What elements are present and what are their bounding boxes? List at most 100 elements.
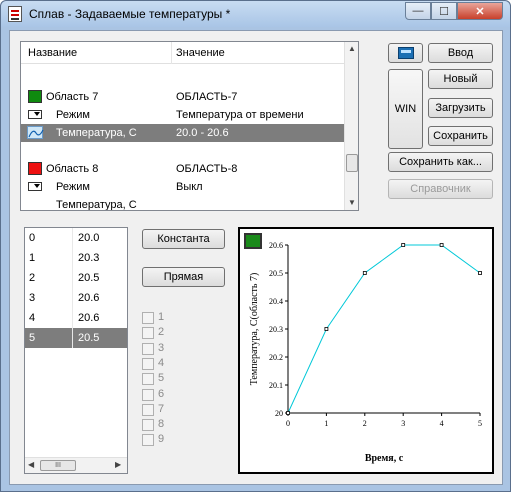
column-name-header[interactable]: Название <box>28 47 77 59</box>
property-name: Область 7 <box>46 91 99 103</box>
point-row[interactable]: 5 20.5 <box>25 328 127 348</box>
curve-editor-icon[interactable] <box>27 126 44 139</box>
checkbox-box[interactable] <box>142 403 154 416</box>
checkbox-box[interactable] <box>142 342 154 355</box>
point-value[interactable]: 20.0 <box>78 232 99 244</box>
property-name: Температура, С <box>56 127 137 139</box>
property-value[interactable]: ОБЛАСТЬ-7 <box>176 91 237 103</box>
column-value-header[interactable]: Значение <box>176 47 225 59</box>
y-tick-label: 20.6 <box>269 241 283 250</box>
scroll-right-arrow-icon[interactable]: ▶ <box>115 460 121 469</box>
column-divider <box>72 288 73 308</box>
calculator-button[interactable] <box>388 43 423 63</box>
area-color-swatch[interactable] <box>28 162 42 175</box>
point-index: 4 <box>29 312 36 324</box>
column-divider <box>72 228 73 248</box>
save-as-button[interactable]: Сохранить как... <box>388 152 493 172</box>
column-divider <box>72 248 73 268</box>
checkbox-label: 7 <box>158 402 165 415</box>
checkbox-label: 5 <box>158 372 165 385</box>
point-row[interactable]: 4 20.6 <box>25 308 127 328</box>
point-value[interactable]: 20.6 <box>78 292 99 304</box>
app-window: Сплав - Задаваемые температуры * — ☐ ✕ Н… <box>0 0 511 492</box>
y-tick-label: 20.3 <box>269 325 283 334</box>
enter-button[interactable]: Ввод <box>428 43 493 63</box>
data-point <box>478 271 482 275</box>
checkbox-label: 8 <box>158 418 165 431</box>
point-checkbox[interactable]: 2 <box>142 326 182 341</box>
data-point <box>362 271 367 275</box>
y-tick-label: 20.5 <box>269 269 283 278</box>
point-checkbox[interactable]: 8 <box>142 418 182 433</box>
point-value[interactable]: 20.5 <box>78 332 99 344</box>
constant-button[interactable]: Константа <box>142 229 225 249</box>
property-row-area[interactable]: Область 7 ОБЛАСТЬ-7 <box>21 88 352 106</box>
maximize-button[interactable]: ☐ <box>431 2 457 20</box>
load-button[interactable]: Загрузить <box>428 98 493 118</box>
property-list-scrollbar[interactable]: ▲ ▼ <box>344 42 358 210</box>
checkbox-label: 3 <box>158 341 165 354</box>
area-color-swatch[interactable] <box>28 90 42 103</box>
scroll-down-arrow-icon[interactable]: ▼ <box>347 198 357 207</box>
property-row-curve[interactable]: Температура, С 20.0 - 20.6 <box>21 124 352 142</box>
point-checkbox[interactable]: 9 <box>142 433 182 448</box>
point-checkbox[interactable]: 7 <box>142 403 182 418</box>
y-tick-label: 20 <box>275 409 283 418</box>
win-button[interactable]: WIN <box>388 69 423 149</box>
y-tick-label: 20.2 <box>269 353 283 362</box>
scroll-thumb-horizontal[interactable]: III <box>40 460 76 471</box>
reference-button[interactable]: Справочник <box>388 179 493 199</box>
point-checkbox[interactable]: 4 <box>142 357 182 372</box>
points-table[interactable]: 0 20.0 1 20.3 2 20.5 3 20.6 4 20.6 5 20.5 ◀ III ▶ <box>24 227 128 474</box>
scroll-up-arrow-icon[interactable]: ▲ <box>347 44 357 53</box>
point-checkbox[interactable]: 3 <box>142 342 182 357</box>
x-axis-label: Время, с <box>365 453 404 464</box>
close-button[interactable]: ✕ <box>457 2 503 20</box>
dropdown-mode-icon[interactable] <box>28 110 42 119</box>
scroll-thumb[interactable] <box>346 154 358 172</box>
app-icon[interactable] <box>8 6 22 22</box>
scroll-left-arrow-icon[interactable]: ◀ <box>28 460 34 469</box>
point-checkbox[interactable]: 1 <box>142 311 182 326</box>
x-tick-label: 1 <box>324 419 328 428</box>
property-row-mode[interactable]: Режим Температура от времени <box>21 106 352 124</box>
property-value[interactable]: Температура от времени <box>176 109 304 121</box>
checkbox-box[interactable] <box>142 312 154 324</box>
title-bar[interactable]: Сплав - Задаваемые температуры * — ☐ ✕ <box>1 1 510 27</box>
checkbox-box[interactable] <box>142 327 154 340</box>
checkbox-box[interactable] <box>142 373 154 386</box>
point-row[interactable]: 2 20.5 <box>25 268 127 288</box>
points-horizontal-scrollbar[interactable]: ◀ III ▶ <box>25 457 127 473</box>
checkbox-label: 1 <box>158 311 165 323</box>
x-tick-label: 0 <box>286 419 290 428</box>
property-value[interactable]: Выкл <box>176 181 203 193</box>
point-row[interactable]: 1 20.3 <box>25 248 127 268</box>
point-checkbox[interactable]: 5 <box>142 372 182 387</box>
point-value[interactable]: 20.5 <box>78 272 99 284</box>
property-list[interactable]: Название Значение Область 7 ОБЛАСТЬ-7 Режи… <box>20 41 359 211</box>
save-button[interactable]: Сохранить <box>428 126 493 146</box>
checkbox-box[interactable] <box>142 434 154 447</box>
property-row-mode[interactable]: Режим Выкл <box>21 178 352 196</box>
line-button[interactable]: Прямая <box>142 267 225 287</box>
point-row[interactable]: 0 20.0 <box>25 228 127 248</box>
property-value[interactable]: 20.0 - 20.6 <box>176 127 229 139</box>
point-row[interactable]: 3 20.6 <box>25 288 127 308</box>
property-value[interactable]: ОБЛАСТЬ-8 <box>176 163 237 175</box>
checkbox-label: 9 <box>158 433 165 446</box>
checkbox-box[interactable] <box>142 388 154 401</box>
minimize-button[interactable]: — <box>405 2 431 20</box>
property-row-plain[interactable]: Температура, С <box>21 196 352 210</box>
dropdown-mode-icon[interactable] <box>28 182 42 191</box>
temperature-chart: 0 1 2 3 4 5 20 20.1 20.2 20.3 20.4 20.5 20.6 Время, с… <box>249 241 482 464</box>
point-value[interactable]: 20.6 <box>78 312 99 324</box>
chart-panel: 0 1 2 3 4 5 20 20.1 20.2 20.3 20.4 20.5 20.6 Время, с… <box>238 227 494 474</box>
new-button[interactable]: Новый <box>428 69 493 89</box>
checkbox-box[interactable] <box>142 419 154 432</box>
point-value[interactable]: 20.3 <box>78 252 99 264</box>
column-divider[interactable] <box>171 42 172 64</box>
property-row-area[interactable]: Область 8 ОБЛАСТЬ-8 <box>21 160 352 178</box>
checkbox-box[interactable] <box>142 357 154 370</box>
point-checkbox[interactable]: 6 <box>142 388 182 403</box>
x-tick-label: 4 <box>440 419 444 428</box>
